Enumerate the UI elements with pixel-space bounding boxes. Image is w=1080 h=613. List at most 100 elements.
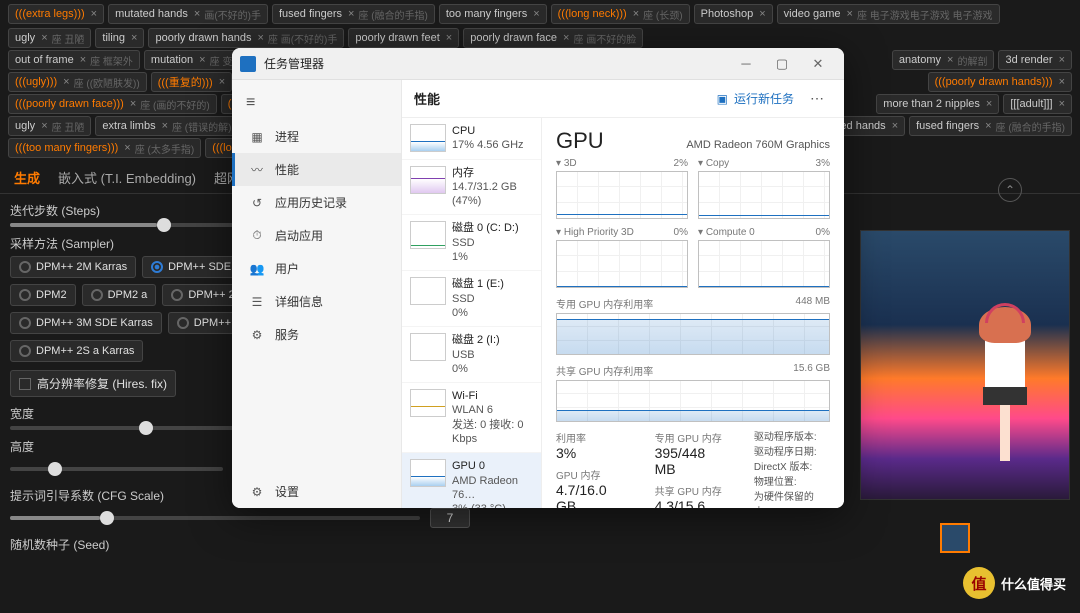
prompt-tag[interactable]: more than 2 nipples× [876,94,999,114]
prompt-tag[interactable]: poorly drawn feet× [348,28,459,48]
prompt-tag[interactable]: too many fingers× [439,4,547,24]
prompt-tag[interactable]: video game×座 电子游戏电子游戏 电子游戏 [777,4,1000,24]
radio-icon [19,317,31,329]
resource-item[interactable]: Wi-FiWLAN 6发送: 0 接收: 0 Kbps [402,383,541,453]
resource-item[interactable]: GPU 0AMD Radeon 76…3% (33 °C) [402,453,541,508]
prompt-tag[interactable]: (((ugly)))×座 ((欧陋肤发)) [8,72,147,92]
nav-users[interactable]: 👥用户 [232,252,401,285]
remove-tag-icon[interactable]: × [219,76,225,88]
remove-tag-icon[interactable]: × [41,120,47,132]
remove-tag-icon[interactable]: × [847,8,853,20]
tab-1[interactable]: 嵌入式 (T.I. Embedding) [58,168,196,187]
remove-tag-icon[interactable]: × [91,8,97,20]
tab-0[interactable]: 生成 [14,168,40,187]
prompt-tag[interactable]: fused fingers×座 (融合的手指) [272,4,435,24]
remove-tag-icon[interactable]: × [124,142,130,154]
maximize-button[interactable]: ▢ [764,48,800,79]
nav-app-history[interactable]: ↺应用历史记录 [232,186,401,219]
prompt-tag[interactable]: (((long neck)))×座 (长颈) [551,4,690,24]
prompt-tag[interactable]: 3d render× [998,50,1072,70]
graph-3d-label[interactable]: ▾ 3D [556,158,577,169]
hires-fix-checkbox[interactable]: 高分辨率修复 (Hires. fix) [10,370,176,397]
gpu-model: AMD Radeon 760M Graphics [686,139,830,151]
remove-tag-icon[interactable]: × [947,54,953,66]
graph-copy [698,171,830,219]
remove-tag-icon[interactable]: × [348,8,354,20]
remove-tag-icon[interactable]: × [194,8,200,20]
remove-tag-icon[interactable]: × [162,120,168,132]
remove-tag-icon[interactable]: × [41,32,47,44]
remove-tag-icon[interactable]: × [563,32,569,44]
remove-tag-icon[interactable]: × [986,98,992,110]
remove-tag-icon[interactable]: × [633,8,639,20]
sampler-option[interactable]: DPM++ 3M SDE Karras [10,312,162,334]
resource-item[interactable]: 磁盘 2 (I:)USB0% [402,327,541,383]
close-button[interactable]: ✕ [800,48,836,79]
more-options-button[interactable]: ⋯ [802,86,832,111]
prompt-tag[interactable]: out of frame×座 框架外 [8,50,140,70]
nav-services[interactable]: ⚙服务 [232,318,401,351]
resource-item[interactable]: CPU17% 4.56 GHz [402,118,541,160]
prompt-tag[interactable]: ugly×座 丑陋 [8,116,91,136]
resource-item[interactable]: 内存14.7/31.2 GB (47%) [402,160,541,216]
nav-startup[interactable]: ⏱启动应用 [232,219,401,252]
remove-tag-icon[interactable]: × [131,32,137,44]
resource-item[interactable]: 磁盘 1 (E:)SSD0% [402,271,541,327]
remove-tag-icon[interactable]: × [63,76,69,88]
remove-tag-icon[interactable]: × [533,8,539,20]
remove-tag-icon[interactable]: × [257,32,263,44]
prompt-tag[interactable]: poorly drawn hands×座 画(不好的)手 [148,28,344,48]
cfg-value[interactable]: 7 [430,508,470,528]
remove-tag-icon[interactable]: × [985,120,991,132]
prompt-tag[interactable]: poorly drawn face×座 画不好的脸 [463,28,643,48]
output-preview[interactable] [860,230,1070,500]
remove-tag-icon[interactable]: × [892,120,898,132]
output-thumbnail[interactable] [940,523,970,553]
sampler-option[interactable]: DPM2 a [82,284,157,306]
prompt-tag[interactable]: (((extra legs)))× [8,4,104,24]
task-manager-window: 任务管理器 ─ ▢ ✕ ≡ ▦进程 〰性能 ↺应用历史记录 ⏱启动应用 👥用户 … [232,48,844,508]
prompt-tag[interactable]: tiling× [95,28,144,48]
prompt-tag[interactable]: (((重复的)))× [151,72,232,92]
prompt-tag[interactable]: ugly×座 丑陋 [8,28,91,48]
cfg-slider[interactable] [10,516,420,520]
prompt-tag[interactable]: extra limbs×座 (错误的解) [95,116,238,136]
remove-tag-icon[interactable]: × [1059,98,1065,110]
prompt-tag[interactable]: fused fingers×座 (融合的手指) [909,116,1072,136]
sampler-option[interactable]: DPM++ 2S a Karras [10,340,143,362]
remove-tag-icon[interactable]: × [1059,76,1065,88]
remove-tag-icon[interactable]: × [759,8,765,20]
graph-hp3d-label[interactable]: ▾ High Priority 3D [556,227,634,238]
prompt-tag[interactable]: (((too many fingers)))×座 (太多手指) [8,138,201,158]
nav-settings[interactable]: ⚙设置 [232,475,401,508]
prompt-tag[interactable]: mutated hands×画(不好的)手 [108,4,268,24]
graph-copy-label[interactable]: ▾ Copy [698,158,729,169]
prompt-tag[interactable]: anatomy×的解剖 [892,50,995,70]
nav-processes[interactable]: ▦进程 [232,120,401,153]
seed-label: 随机数种子 (Seed) [10,536,470,553]
prompt-tag[interactable]: (((poorly drawn hands)))× [928,72,1072,92]
prompt-tag[interactable]: Photoshop× [694,4,773,24]
nav-performance[interactable]: 〰性能 [232,153,401,186]
sampler-option[interactable]: DPM2 [10,284,76,306]
prompt-tag[interactable]: [[[adult]]]× [1003,94,1072,114]
prompt-tag[interactable]: (((poorly drawn face)))×座 (画的不好的) [8,94,217,114]
remove-tag-icon[interactable]: × [446,32,452,44]
remove-tag-icon[interactable]: × [80,54,86,66]
nav-details[interactable]: ☰详细信息 [232,285,401,318]
height-slider[interactable] [10,467,223,471]
graph-compute-label[interactable]: ▾ Compute 0 [698,227,755,238]
run-new-task-button[interactable]: ▣运行新任务 [709,86,802,111]
hamburger-icon[interactable]: ≡ [232,86,401,120]
minimize-button[interactable]: ─ [728,48,764,79]
collapse-icon[interactable]: ⌃ [998,178,1022,202]
graph-hp3d [556,240,688,288]
titlebar[interactable]: 任务管理器 ─ ▢ ✕ [232,48,844,80]
resource-item[interactable]: 磁盘 0 (C: D:)SSD1% [402,215,541,271]
watermark-icon: 值 [963,567,995,599]
gauge-icon: ⏱ [249,228,265,244]
remove-tag-icon[interactable]: × [130,98,136,110]
sampler-option[interactable]: DPM++ 2M Karras [10,256,136,278]
remove-tag-icon[interactable]: × [1059,54,1065,66]
remove-tag-icon[interactable]: × [199,54,205,66]
